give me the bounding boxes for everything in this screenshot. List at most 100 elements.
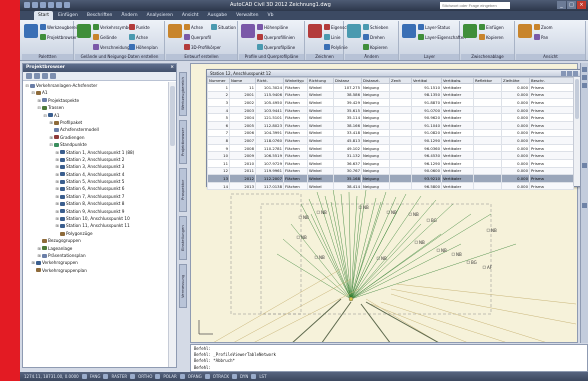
expand-toggle-icon[interactable]: ⊞ [31, 259, 35, 266]
ribbon-tab[interactable]: Einfügen [54, 11, 82, 20]
expand-toggle-icon[interactable]: ⊞ [55, 178, 59, 185]
tree-item[interactable]: ⊟ A1 [23, 112, 168, 119]
ribbon-large-icon[interactable] [463, 24, 477, 38]
expand-toggle-icon[interactable]: ⊞ [55, 193, 59, 200]
close-icon[interactable] [573, 71, 578, 76]
options-icon[interactable] [567, 71, 572, 76]
ribbon-large-icon[interactable] [168, 24, 182, 38]
ribbon-button[interactable]: Querprofillinien [257, 33, 295, 41]
ribbon-tab[interactable]: Vb [263, 11, 277, 20]
tree-item[interactable]: ⊞ Station 5, Anschlusspunkt 5 [23, 178, 168, 185]
status-mode-label[interactable]: FANG [90, 372, 101, 381]
tree-item[interactable]: ⊞ Projektaspekte [23, 97, 168, 104]
close-icon[interactable]: × [170, 64, 174, 72]
ribbon-button[interactable]: Querprofil [184, 33, 211, 41]
status-mode-label[interactable]: OFANG [188, 372, 202, 381]
ribbon-group-label[interactable]: Zwischenablage [461, 54, 514, 60]
status-toggle-icon[interactable] [179, 374, 185, 379]
ribbon-large-icon[interactable] [402, 24, 416, 38]
maximize-button[interactable]: □ [567, 1, 576, 9]
table-row[interactable]: 10 2009 106.5519 Flächen Winkel 31.132 Neigung… [207, 151, 574, 160]
command-input[interactable] [194, 364, 582, 370]
filter-icon[interactable] [34, 73, 40, 79]
ribbon-tab[interactable]: Verwalten [232, 11, 262, 20]
tree-item[interactable]: ⊞ Gradiengen [23, 134, 168, 141]
redo-icon[interactable] [56, 2, 62, 8]
tree-item[interactable]: ⊞ Profilpaket [23, 119, 168, 126]
palette-tab-browser[interactable]: Projektbrowser [179, 120, 187, 164]
expand-toggle-icon[interactable]: ⊟ [49, 141, 53, 148]
tree-item[interactable]: ⊞ Station 11, Anschlusspunkt 11 [23, 222, 168, 229]
tree-item[interactable]: ⊞ Verkehrsgruppen [23, 259, 168, 266]
expand-toggle-icon[interactable]: ⊞ [55, 185, 59, 192]
table-row[interactable]: 2 2001 115.9406 Flächen Winkel 38.586 Neigung 9… [207, 90, 574, 100]
tool-icon[interactable] [582, 163, 587, 168]
status-toggle-icon[interactable] [232, 374, 238, 379]
ribbon-group-label[interactable]: Profile und Querprofilpläne [239, 54, 304, 60]
settings-icon[interactable] [42, 73, 48, 79]
expand-toggle-icon[interactable]: ⊟ [31, 89, 35, 96]
table-scrollbar[interactable] [573, 77, 580, 186]
palette-tab-settings[interactable]: Einstellungen [179, 216, 187, 260]
ribbon-large-icon[interactable] [308, 24, 322, 38]
expand-toggle-icon[interactable]: ⊞ [37, 252, 41, 259]
expand-toggle-icon[interactable]: ⊞ [55, 156, 59, 163]
tree-item[interactable]: Bezugsgruppen [23, 237, 168, 244]
ribbon-group-label[interactable]: Ändern [345, 54, 398, 60]
open-icon[interactable] [32, 2, 38, 8]
ribbon-button[interactable]: Querprofilpläne [257, 43, 295, 51]
ribbon-button[interactable]: Layer-Status [418, 23, 450, 31]
status-toggle-icon[interactable] [204, 374, 210, 379]
tree-item[interactable]: ⊟ Trassen [23, 104, 168, 111]
table-row[interactable]: 1 11 101.3024 Flächen Winkel 107.275 Neigung 91… [207, 83, 574, 92]
ribbon-tab[interactable]: Ausgabe [204, 11, 232, 20]
expand-toggle-icon[interactable]: ⊞ [55, 222, 59, 229]
ribbon-large-icon[interactable] [241, 24, 255, 38]
ribbon-button[interactable]: Layer-Eigenschaften [418, 33, 466, 41]
palette-tab-toolspace[interactable]: Werkzeugbereich [179, 72, 187, 116]
ribbon-button[interactable]: Einfügen [479, 23, 504, 31]
minimize-button[interactable]: _ [557, 1, 566, 9]
close-button[interactable]: × [577, 1, 586, 9]
ribbon-large-icon[interactable] [347, 24, 361, 38]
expand-toggle-icon[interactable]: ⊞ [37, 97, 41, 104]
ribbon-button[interactable]: Schieben [363, 23, 388, 31]
status-mode-label[interactable]: LST [259, 372, 266, 381]
tree-item[interactable]: ⊞ Station 3, Anschlusspunkt 3 [23, 163, 168, 170]
ribbon-group-label[interactable]: Layer [400, 54, 459, 60]
ribbon-tab[interactable]: Analysieren [143, 11, 177, 20]
ribbon-group-label[interactable]: Ansicht [516, 54, 585, 60]
tree-item[interactable]: ⊞ Station 7, Anschlusspunkt 7 [23, 193, 168, 200]
expand-toggle-icon[interactable]: ⊞ [55, 200, 59, 207]
status-toggle-icon[interactable] [103, 374, 109, 379]
status-mode-label[interactable]: POLAR [163, 372, 176, 381]
expand-toggle-icon[interactable]: ⊞ [55, 163, 59, 170]
expand-toggle-icon[interactable]: ⊞ [37, 245, 41, 252]
expand-toggle-icon[interactable]: ⊟ [43, 112, 47, 119]
status-toggle-icon[interactable] [81, 374, 87, 379]
ribbon-group-label[interactable]: Entwurf erstellen [166, 54, 237, 60]
ribbon-button[interactable]: Kopieren [479, 33, 504, 41]
table-row[interactable]: 11 2010 107.9729 Flächen Winkel 36.637 Neigung… [207, 158, 574, 168]
tool-icon[interactable] [582, 203, 587, 208]
tree-item[interactable]: Polygonzüge [23, 230, 168, 237]
tree-item[interactable]: ⊞ Station 10, Anschlusspunkt 10 [23, 215, 168, 222]
ribbon-button[interactable]: 3D-Profilkörper [184, 43, 221, 51]
ribbon-button[interactable]: Achse [184, 23, 203, 31]
ribbon-button[interactable]: Höhenplan [129, 43, 158, 51]
ribbon-tab[interactable]: Start [34, 11, 53, 20]
palette-tab-survey[interactable]: Vermessung [179, 264, 187, 308]
table-row[interactable]: 8 2007 118.0760 Flächen Winkel 45.813 Neigung 9… [207, 136, 574, 145]
expand-toggle-icon[interactable]: ⊞ [55, 171, 59, 178]
palette-tab-prospector[interactable]: Prospektor [179, 168, 187, 212]
ribbon-button[interactable]: Verschneidung [93, 43, 130, 51]
new-icon[interactable] [24, 2, 30, 8]
ribbon-large-icon[interactable] [77, 24, 91, 38]
ribbon-button[interactable]: Projektbrowser [40, 33, 77, 41]
tree-item[interactable]: ⊞ Station 8, Anschlusspunkt 8 [23, 200, 168, 207]
ribbon-button[interactable]: Pan [534, 33, 548, 41]
tool-icon[interactable] [582, 75, 587, 80]
ribbon-button[interactable]: Kopieren [363, 43, 388, 51]
ribbon-button[interactable]: Höhenpläne [257, 23, 288, 31]
tree-scrollbar[interactable] [168, 82, 176, 367]
